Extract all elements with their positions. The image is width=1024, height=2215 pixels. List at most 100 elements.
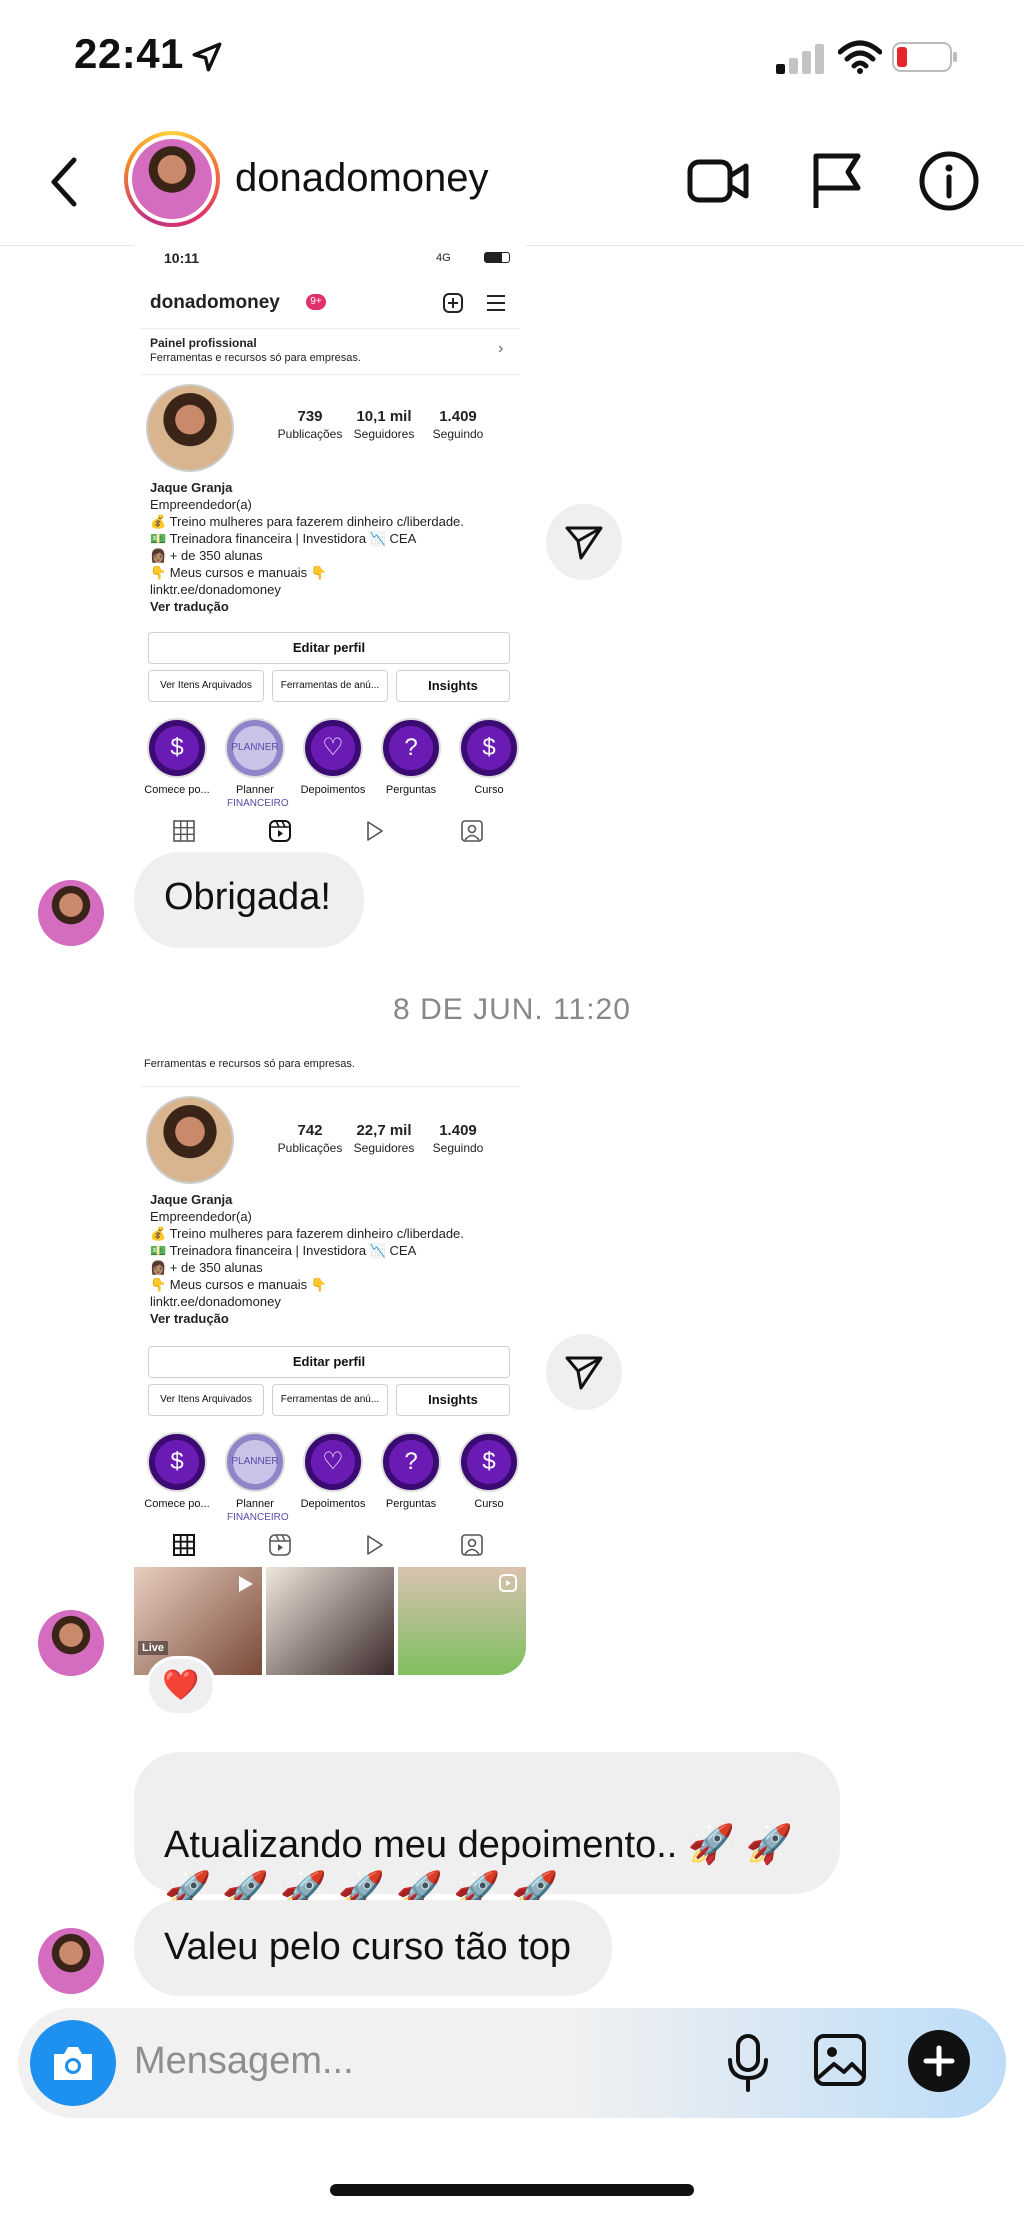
tagged-tab-icon <box>461 820 483 842</box>
bio-line: 👩🏽 + de 350 alunas <box>150 548 263 563</box>
sender-avatar[interactable] <box>38 880 104 946</box>
stat-followers: 22,7 mil Seguidores <box>353 1122 415 1155</box>
grid-tab-icon <box>173 1534 195 1556</box>
panel-subtitle: Ferramentas e recursos só para empresas. <box>150 352 361 364</box>
play-icon <box>239 1576 253 1592</box>
plus-icon <box>923 2045 955 2077</box>
bio-line: 👇 Meus cursos e manuais 👇 <box>150 565 327 580</box>
stat-following: 1.409 Seguindo <box>432 1122 484 1155</box>
ad-tools-button: Ferramentas de anú... <box>272 670 388 702</box>
battery-low-icon <box>892 42 957 72</box>
notification-badge: 9+ <box>306 294 326 310</box>
see-translation: Ver tradução <box>150 599 229 614</box>
see-translation: Ver tradução <box>150 1311 229 1326</box>
microphone-icon[interactable] <box>724 2030 772 2096</box>
status-time: 22:41 <box>74 30 184 77</box>
highlight-testimonials: ♡ Depoimentos <box>298 718 368 796</box>
insights-button: Insights <box>396 670 510 702</box>
bio-line: 💰 Treino mulheres para fazerem dinheiro … <box>150 1226 464 1241</box>
panel-title: Painel profissional <box>150 336 257 350</box>
status-bar: 22:41 <box>0 0 1024 115</box>
header-avatar[interactable] <box>124 131 220 227</box>
stat-posts: 739 Publicações <box>277 408 343 441</box>
message-composer: Mensagem... <box>18 2008 1006 2118</box>
thumbnail-reel <box>398 1567 526 1675</box>
highlight-course: $ Curso <box>454 718 524 796</box>
insights-button: Insights <box>396 1384 510 1416</box>
profile-photo <box>146 1096 234 1184</box>
camera-button[interactable] <box>30 2020 116 2106</box>
back-chevron-icon[interactable] <box>44 154 84 210</box>
share-post-button-1[interactable] <box>546 504 622 580</box>
card-battery-icon <box>484 252 510 263</box>
stat-posts: 742 Publicações <box>277 1122 343 1155</box>
thumbnail-save-date <box>266 1567 394 1675</box>
header-username[interactable]: donadomoney <box>235 156 489 201</box>
date-separator: 8 DE JUN. 11:20 <box>393 993 631 1026</box>
message-bubble-2[interactable]: Atualizando meu depoimento.. 🚀 🚀 🚀 🚀 🚀 🚀… <box>134 1752 840 1913</box>
info-icon[interactable] <box>916 148 982 214</box>
add-button[interactable] <box>908 2030 970 2092</box>
bio-line: 💵 Treinadora financeira | Investidora 📉 … <box>150 1243 417 1258</box>
video-call-icon[interactable] <box>686 148 752 214</box>
new-post-icon <box>443 293 463 313</box>
highlight-start: $ Comece po... <box>142 1432 212 1510</box>
wifi-icon <box>838 40 882 74</box>
stat-following: 1.409 Seguindo <box>432 408 484 441</box>
bio-line: 💵 Treinadora financeira | Investidora 📉 … <box>150 531 417 546</box>
reel-icon <box>499 1574 517 1592</box>
live-label: Live <box>138 1641 169 1655</box>
location-arrow-icon <box>192 42 222 72</box>
video-tab-icon <box>367 1535 383 1555</box>
card-time: 10:11 <box>164 250 200 266</box>
card-username: donadomoney <box>150 292 280 313</box>
shared-profile-screenshot-2[interactable]: Ferramentas e recursos só para empresas.… <box>134 1056 526 1568</box>
profile-photo <box>146 384 234 472</box>
bio-line: 👩🏽 + de 350 alunas <box>150 1260 263 1275</box>
panel-subtitle: Ferramentas e recursos só para empresas. <box>144 1058 355 1070</box>
highlight-testimonials: ♡ Depoimentos <box>298 1432 368 1510</box>
home-indicator[interactable] <box>330 2184 694 2196</box>
ad-tools-button: Ferramentas de anú... <box>272 1384 388 1416</box>
profile-name: Jaque Granja <box>150 1192 233 1207</box>
chat-header: donadomoney <box>0 118 1024 246</box>
send-icon <box>565 526 603 560</box>
highlight-planner: PLANNER FINANCEIRO Planner <box>220 1432 290 1523</box>
profile-link: linktr.ee/donadomoney <box>150 582 281 597</box>
card-network: 4G <box>436 252 451 264</box>
reels-tab-icon <box>269 1534 291 1556</box>
highlight-planner: PLANNER FINANCEIRO Planner <box>220 718 290 809</box>
stat-followers: 10,1 mil Seguidores <box>353 408 415 441</box>
message-input[interactable]: Mensagem... <box>134 2040 354 2083</box>
flag-icon[interactable] <box>804 148 870 214</box>
reels-tab-icon <box>269 820 291 842</box>
archived-button: Ver Itens Arquivados <box>148 670 264 702</box>
highlight-course: $ Curso <box>454 1432 524 1510</box>
cellular-signal-icon <box>776 44 824 74</box>
edit-profile-button: Editar perfil <box>148 632 510 664</box>
share-post-button-2[interactable] <box>546 1334 622 1410</box>
message-bubble-3[interactable]: Valeu pelo curso tão top <box>134 1900 612 1996</box>
highlight-start: $ Comece po... <box>142 718 212 796</box>
heart-reaction[interactable]: ❤️ <box>146 1656 216 1716</box>
camera-icon <box>54 2047 92 2080</box>
profile-link: linktr.ee/donadomoney <box>150 1294 281 1309</box>
message-bubble-1[interactable]: Obrigada! <box>134 852 364 948</box>
gallery-icon[interactable] <box>812 2030 868 2090</box>
bio-line: 💰 Treino mulheres para fazerem dinheiro … <box>150 514 464 529</box>
sender-avatar[interactable] <box>38 1928 104 1994</box>
highlight-questions: ? Perguntas <box>376 1432 446 1510</box>
tagged-tab-icon <box>461 1534 483 1556</box>
shared-profile-screenshot-1[interactable]: 10:11 4G donadomoney 9+ Painel profissio… <box>134 244 526 842</box>
bio-line: 👇 Meus cursos e manuais 👇 <box>150 1277 327 1292</box>
send-icon <box>565 1356 603 1390</box>
sender-avatar[interactable] <box>38 1610 104 1676</box>
profile-category: Empreendedor(a) <box>150 1209 252 1224</box>
archived-button: Ver Itens Arquivados <box>148 1384 264 1416</box>
highlight-questions: ? Perguntas <box>376 718 446 796</box>
message-text: Valeu pelo curso tão top <box>164 1926 572 1968</box>
video-tab-icon <box>367 821 383 841</box>
edit-profile-button: Editar perfil <box>148 1346 510 1378</box>
menu-icon <box>487 295 505 311</box>
message-text: Obrigada! <box>164 876 331 918</box>
